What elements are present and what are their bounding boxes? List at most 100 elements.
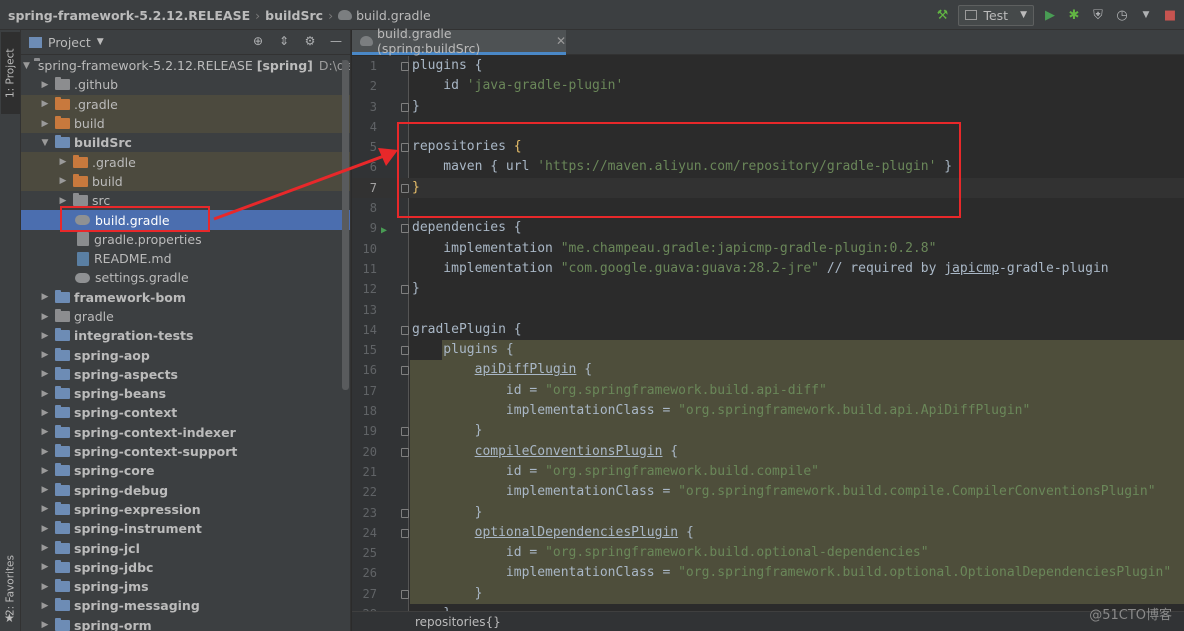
expand-arrow-icon[interactable]: ▶ bbox=[57, 157, 69, 167]
fold-icon[interactable] bbox=[401, 508, 409, 518]
expand-arrow-icon[interactable]: ▶ bbox=[39, 543, 51, 553]
gear-icon[interactable]: ⚙ bbox=[302, 33, 318, 49]
fold-icon[interactable] bbox=[401, 346, 409, 356]
expand-arrow-icon[interactable]: ▶ bbox=[57, 196, 69, 206]
line-number: 22 bbox=[362, 485, 377, 500]
tree-item-buildsrc-build[interactable]: ▶ build bbox=[21, 171, 350, 192]
fold-icon[interactable] bbox=[401, 224, 409, 234]
expand-arrow-icon[interactable]: ▶ bbox=[39, 408, 51, 418]
tree-item-buildsrc[interactable]: ▼ buildSrc bbox=[21, 133, 350, 152]
code-text: plugins { bbox=[412, 58, 483, 73]
hide-icon[interactable]: — bbox=[328, 33, 344, 49]
breadcrumb-file[interactable]: build.gradle bbox=[356, 8, 431, 23]
tab-build-gradle[interactable]: build.gradle (spring:buildSrc) ✕ bbox=[352, 26, 566, 56]
expand-arrow-icon[interactable]: ▶ bbox=[39, 427, 51, 437]
expand-arrow-icon[interactable]: ▶ bbox=[39, 447, 51, 457]
tree-item-buildsrc-dot-gradle[interactable]: ▶ . gradle bbox=[21, 152, 350, 172]
fold-icon[interactable] bbox=[401, 528, 409, 538]
profile-icon[interactable]: ◷ bbox=[1114, 7, 1130, 23]
tree-item-module[interactable]: ▶ integration-tests bbox=[21, 326, 350, 345]
locate-icon[interactable]: ⊕ bbox=[250, 33, 266, 49]
more-actions-icon[interactable]: ▼ bbox=[1138, 7, 1154, 23]
expand-arrow-icon[interactable]: ▶ bbox=[39, 369, 51, 379]
stop-icon[interactable]: ■ bbox=[1162, 7, 1178, 23]
expand-arrow-icon[interactable]: ▶ bbox=[39, 312, 51, 322]
expand-arrow-icon[interactable]: ▶ bbox=[39, 350, 51, 360]
chevron-down-icon[interactable]: ▼ bbox=[97, 37, 104, 47]
breadcrumb-project[interactable]: spring-framework-5.2.12.RELEASE bbox=[8, 8, 250, 23]
expand-arrow-icon[interactable]: ▶ bbox=[39, 620, 51, 630]
code-line: 11 implementation "com.google.guava:guav… bbox=[352, 259, 1184, 279]
expand-arrow-icon[interactable]: ▶ bbox=[39, 504, 51, 514]
expand-arrow-icon[interactable]: ▶ bbox=[39, 119, 51, 129]
expand-arrow-icon[interactable]: ▶ bbox=[39, 582, 51, 592]
expand-arrow-icon[interactable]: ▶ bbox=[39, 601, 51, 611]
editor-breadcrumb[interactable]: repositories{} bbox=[415, 615, 501, 629]
project-view-select[interactable]: Project bbox=[48, 35, 91, 50]
tree-item-module[interactable]: ▶ spring-instrument bbox=[21, 519, 350, 538]
project-scrollbar[interactable] bbox=[342, 60, 349, 390]
tree-item-module[interactable]: ▶ spring-aop bbox=[21, 345, 350, 364]
line-number: 14 bbox=[362, 322, 377, 337]
code-text: implementation "me.champeau.gradle:japic… bbox=[412, 240, 937, 256]
tree-item-github[interactable]: ▶ . github bbox=[21, 75, 350, 94]
project-tool-tab[interactable]: 1: Project bbox=[1, 32, 20, 114]
tree-item-module[interactable]: ▶ spring-debug bbox=[21, 481, 350, 500]
fold-icon[interactable] bbox=[401, 285, 409, 295]
expand-arrow-icon[interactable]: ▶ bbox=[39, 389, 51, 399]
tree-item-module[interactable]: ▶ spring-aspects bbox=[21, 365, 350, 384]
code-line: 3} bbox=[352, 97, 1184, 117]
close-icon[interactable]: ✕ bbox=[556, 34, 566, 48]
collapse-all-icon[interactable]: ⇕ bbox=[276, 33, 292, 49]
fold-icon[interactable] bbox=[401, 427, 409, 437]
tree-item-module[interactable]: ▶ spring-messaging bbox=[21, 596, 350, 615]
breadcrumb-module[interactable]: buildSrc bbox=[265, 8, 323, 23]
expand-arrow-icon[interactable]: ▶ bbox=[57, 176, 69, 186]
tree-item-module[interactable]: ▶ spring-context-support bbox=[21, 442, 350, 461]
fold-icon[interactable] bbox=[401, 325, 409, 335]
expand-arrow-icon[interactable]: ▼ bbox=[23, 61, 30, 71]
code-text: apiDiffPlugin { bbox=[474, 362, 593, 378]
tree-item-build[interactable]: ▶ build bbox=[21, 113, 350, 134]
code-line: 2 id 'java-gradle-plugin' bbox=[352, 76, 1184, 96]
expand-arrow-icon[interactable]: ▶ bbox=[39, 524, 51, 534]
debug-icon[interactable]: ✱ bbox=[1066, 7, 1082, 23]
tree-item-module[interactable]: ▶ spring-context bbox=[21, 403, 350, 422]
tree-item-root[interactable]: ▼ spring-framework-5.2.12.RELEASE [sprin… bbox=[21, 56, 350, 75]
tree-item-gradle-properties[interactable]: gradle.properties bbox=[21, 230, 350, 249]
expand-arrow-icon[interactable]: ▼ bbox=[39, 138, 51, 148]
tree-item-module[interactable]: ▶ spring-core bbox=[21, 461, 350, 480]
expand-arrow-icon[interactable]: ▶ bbox=[39, 485, 51, 495]
coverage-icon[interactable]: ⛨ bbox=[1090, 7, 1106, 23]
tree-item-readme[interactable]: README.md bbox=[21, 249, 350, 268]
expand-arrow-icon[interactable]: ▶ bbox=[39, 331, 51, 341]
expand-arrow-icon[interactable]: ▶ bbox=[39, 562, 51, 572]
fold-icon[interactable] bbox=[401, 447, 409, 457]
expand-arrow-icon[interactable]: ▶ bbox=[39, 99, 51, 109]
run-configuration-select[interactable]: Test ▼ bbox=[958, 4, 1034, 26]
tree-item-module[interactable]: ▶ spring-orm bbox=[21, 616, 350, 631]
fold-icon[interactable] bbox=[401, 62, 409, 71]
expand-arrow-icon[interactable]: ▶ bbox=[39, 80, 51, 90]
tree-item-module[interactable]: ▶ spring-expression bbox=[21, 500, 350, 519]
tree-item-module[interactable]: ▶ spring-context-indexer bbox=[21, 423, 350, 442]
tree-item-framework-bom[interactable]: ▶ framework-bom bbox=[21, 288, 350, 307]
tree-item-module[interactable]: ▶ spring-jcl bbox=[21, 538, 350, 557]
tree-item-module[interactable]: ▶ spring-jms bbox=[21, 577, 350, 596]
hammer-icon[interactable]: ⚒ bbox=[934, 7, 950, 23]
run-icon[interactable]: ▶ bbox=[1042, 7, 1058, 23]
fold-icon[interactable] bbox=[401, 102, 409, 112]
module-folder-icon bbox=[55, 579, 70, 593]
tree-item-dot-gradle[interactable]: ▶ . gradle bbox=[21, 94, 350, 114]
tree-item-gradle[interactable]: ▶ gradle bbox=[21, 307, 350, 326]
code-line: 18 implementationClass = "org.springfram… bbox=[352, 401, 1184, 422]
expand-arrow-icon[interactable]: ▶ bbox=[39, 466, 51, 476]
tree-item-label: spring-context bbox=[74, 405, 178, 421]
expand-arrow-icon[interactable]: ▶ bbox=[39, 292, 51, 302]
tree-item-module[interactable]: ▶ spring-beans bbox=[21, 384, 350, 403]
tree-item-settings-gradle[interactable]: settings.gradle bbox=[21, 268, 350, 287]
tree-item-module[interactable]: ▶ spring-jdbc bbox=[21, 558, 350, 577]
fold-icon[interactable] bbox=[401, 366, 409, 376]
code-text: implementation "com.google.guava:guava:2… bbox=[412, 260, 1109, 276]
fold-icon[interactable] bbox=[401, 589, 409, 599]
